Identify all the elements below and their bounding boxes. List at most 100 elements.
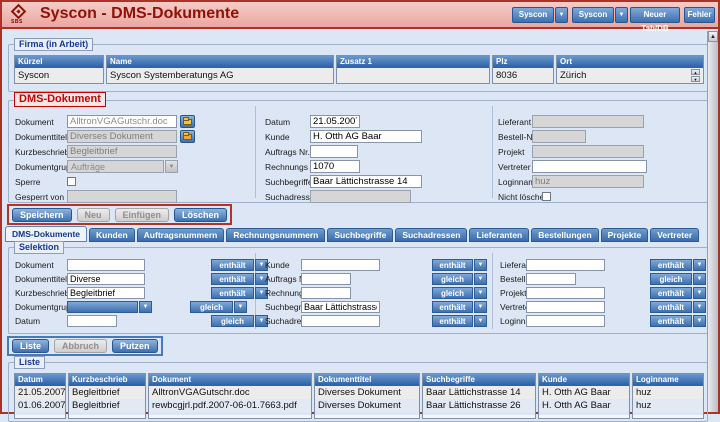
dokumentgruppe-dropdown[interactable]: Aufträge ▼ xyxy=(67,160,178,173)
sel-lieferant-op-dropdown[interactable]: enthält ▼ xyxy=(650,259,706,271)
window-scrollbar[interactable]: ▲ xyxy=(707,31,718,412)
dokument-field[interactable] xyxy=(67,115,177,128)
sel-auftrags-nr-field[interactable] xyxy=(301,273,351,285)
sel-dokumentgruppe-op-dropdown[interactable]: gleich ▼ xyxy=(190,301,247,313)
sel-kurzbeschrieb-op-dropdown[interactable]: enthält ▼ xyxy=(211,287,268,299)
database-combo-1[interactable]: Syscon ▼ xyxy=(512,7,568,23)
table-row[interactable]: H. Otth AG Baar xyxy=(539,399,629,412)
sel-rechnungs-nr-op-dropdown[interactable]: gleich ▼ xyxy=(432,287,487,299)
sel-datum-field[interactable] xyxy=(67,315,117,327)
tab-dms-dokumente[interactable]: DMS-Dokumente xyxy=(5,226,87,242)
tab-lieferanten[interactable]: Lieferanten xyxy=(469,228,529,242)
table-row[interactable]: Baar Lättichstrasse 26 xyxy=(423,399,535,412)
projekt-field[interactable] xyxy=(532,145,644,158)
table-row[interactable]: Diverses Dokument xyxy=(315,399,419,412)
sel-dokumenttitel-field[interactable] xyxy=(67,273,145,285)
vertreter-field[interactable] xyxy=(532,160,647,173)
scroll-up-icon[interactable]: ▲ xyxy=(708,31,718,42)
sel-dokument-field[interactable] xyxy=(67,259,145,271)
table-row[interactable]: 01.06.2007 xyxy=(15,399,65,412)
bestell-nr-label: Bestell-Nr. xyxy=(498,132,532,142)
sel-loginname-op-dropdown[interactable]: enthält ▼ xyxy=(650,315,706,327)
tab-bestellungen[interactable]: Bestellungen xyxy=(531,228,598,242)
error-button[interactable]: Fehler xyxy=(684,7,715,23)
table-row[interactable]: 21.05.2007 xyxy=(15,386,65,399)
table-row[interactable]: Syscon Systemberatungs AG xyxy=(107,68,333,83)
kurzbeschrieb-field[interactable] xyxy=(67,145,177,158)
bestell-nr-field[interactable] xyxy=(532,130,586,143)
sel-kurzbeschrieb-field[interactable] xyxy=(67,287,145,299)
chevron-down-icon[interactable]: ▼ xyxy=(555,7,568,23)
new-button[interactable]: Neu xyxy=(77,208,110,222)
table-row[interactable]: Diverses Dokument xyxy=(315,386,419,399)
delete-button[interactable]: Löschen xyxy=(174,208,227,222)
sel-suchbegriffe-op-dropdown[interactable]: enthält ▼ xyxy=(432,301,487,313)
tab-kunden[interactable]: Kunden xyxy=(89,228,135,242)
table-row[interactable]: huz xyxy=(633,399,703,412)
sperre-checkbox[interactable] xyxy=(67,177,76,186)
save-button[interactable]: Speichern xyxy=(12,208,72,222)
sel-vertreter-field[interactable] xyxy=(526,301,605,313)
suchadresse-field[interactable] xyxy=(310,190,411,203)
tab-vertreter[interactable]: Vertreter xyxy=(650,228,699,242)
chevron-down-icon: ▼ xyxy=(165,160,178,173)
sel-loginname-field[interactable] xyxy=(526,315,605,327)
tab-auftragsnummern[interactable]: Auftragsnummern xyxy=(137,228,225,242)
table-row[interactable]: Baar Lättichstrasse 14 xyxy=(423,386,535,399)
table-row[interactable]: H. Otth AG Baar xyxy=(539,386,629,399)
sel-col3: Lieferant enthält ▼ Bestell-Nr. gleich ▼… xyxy=(500,259,706,329)
suchbegriffe-field[interactable] xyxy=(310,175,422,188)
sel-suchadresse-op-dropdown[interactable]: enthält ▼ xyxy=(432,315,487,327)
table-row[interactable]: 8036 xyxy=(493,68,553,83)
chevron-down-icon[interactable]: ▼ xyxy=(615,7,628,23)
record-spinner[interactable]: ▲▼ xyxy=(691,69,700,82)
sel-dokument-op-dropdown[interactable]: enthält ▼ xyxy=(211,259,268,271)
lieferant-field[interactable] xyxy=(532,115,644,128)
datum-label: Datum xyxy=(265,117,310,127)
liste-button[interactable]: Liste xyxy=(12,339,49,353)
kunde-field[interactable] xyxy=(310,130,422,143)
table-row[interactable]: rewbcgjrl.pdf.2007-06-01.7663.pdf xyxy=(149,399,311,412)
table-row[interactable]: AlltronVGAGutschr.doc xyxy=(149,386,311,399)
tab-projekte[interactable]: Projekte xyxy=(601,228,649,242)
table-row[interactable]: Begleitbrief xyxy=(69,399,145,412)
sel-rechnungs-nr-field[interactable] xyxy=(301,287,351,299)
loginname-field[interactable] xyxy=(532,175,644,188)
tab-rechnungsnummern[interactable]: Rechnungsnummern xyxy=(226,228,325,242)
sel-suchadresse-field[interactable] xyxy=(301,315,380,327)
sel-bestell-nr-op-dropdown[interactable]: gleich ▼ xyxy=(650,273,706,285)
sel-auftrags-nr-op-dropdown[interactable]: gleich ▼ xyxy=(432,273,487,285)
auftrags-nr-field[interactable] xyxy=(310,145,358,158)
gesperrt-von-field[interactable] xyxy=(67,190,177,203)
sel-lieferant-label: Lieferant xyxy=(500,260,526,270)
table-row[interactable]: huz xyxy=(633,386,703,399)
sel-dokumenttitel-op-dropdown[interactable]: enthält ▼ xyxy=(211,273,268,285)
nicht-loeschen-checkbox[interactable] xyxy=(542,192,551,201)
sel-suchbegriffe-field[interactable] xyxy=(301,301,380,313)
database-combo-2[interactable]: Syscon ▼ xyxy=(572,7,628,23)
sel-kunde-field[interactable] xyxy=(301,259,380,271)
sel-projekt-op-dropdown[interactable]: enthält ▼ xyxy=(650,287,706,299)
table-row[interactable] xyxy=(337,68,489,83)
table-row[interactable]: Begleitbrief xyxy=(69,386,145,399)
sel-bestell-nr-field[interactable] xyxy=(526,273,576,285)
abbruch-button[interactable]: Abbruch xyxy=(54,339,107,353)
sel-kunde-op-dropdown[interactable]: enthält ▼ xyxy=(432,259,487,271)
tab-suchbegriffe[interactable]: Suchbegriffe xyxy=(327,228,393,242)
putzen-button[interactable]: Putzen xyxy=(112,339,158,353)
sel-projekt-field[interactable] xyxy=(526,287,605,299)
browse-folder-button[interactable] xyxy=(180,115,195,128)
sel-lieferant-field[interactable] xyxy=(526,259,605,271)
tab-suchadressen[interactable]: Suchadressen xyxy=(395,228,467,242)
table-row[interactable]: Syscon xyxy=(15,68,103,83)
dokumenttitel-field[interactable] xyxy=(67,130,177,143)
open-document-button[interactable] xyxy=(180,130,195,143)
sel-dokumentgruppe-dropdown[interactable]: ▼ xyxy=(67,301,152,313)
sel-vertreter-op-dropdown[interactable]: enthält ▼ xyxy=(650,301,706,313)
table-row[interactable]: Zürich ▲▼ xyxy=(557,68,703,83)
insert-button[interactable]: Einfügen xyxy=(115,208,170,222)
new-tab-db-button[interactable]: Neuer Tab/DB xyxy=(630,7,680,23)
rechnungs-nr-field[interactable] xyxy=(310,160,360,173)
sel-datum-op-dropdown[interactable]: gleich ▼ xyxy=(211,315,268,327)
datum-field[interactable] xyxy=(310,115,360,128)
